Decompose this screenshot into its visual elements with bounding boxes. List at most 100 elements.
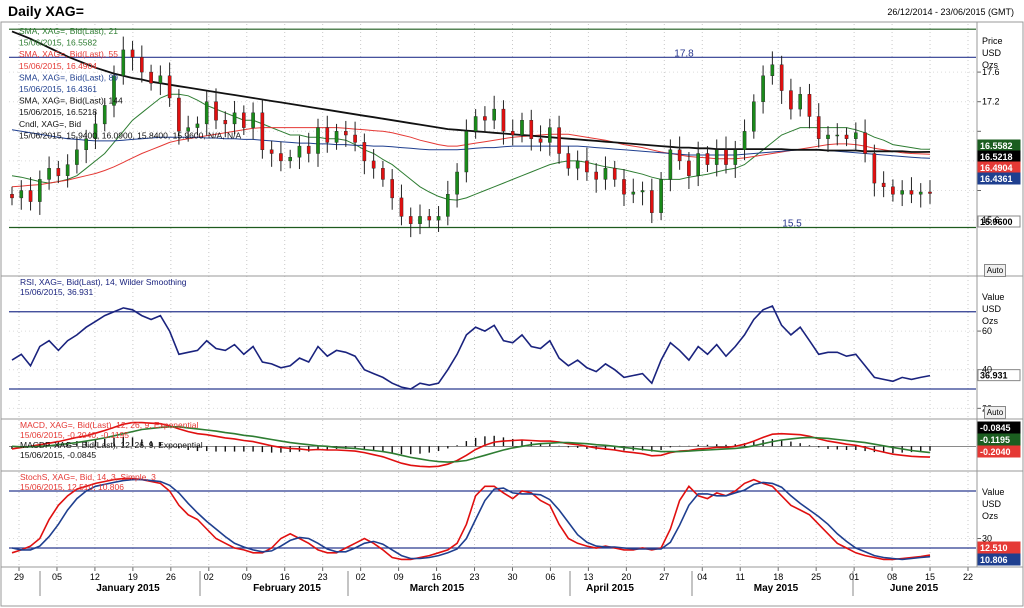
candle-body-44	[418, 216, 422, 224]
candle-body-81	[761, 75, 765, 102]
candle-body-74	[696, 153, 700, 176]
price-value-tag-text-1: 16.5218	[980, 152, 1013, 162]
price-hline-label-1: 17.8	[674, 48, 694, 59]
candle-body-26	[251, 112, 255, 128]
day-label-8: 23	[318, 572, 328, 582]
candle-body-63	[594, 171, 598, 180]
candle-body-90	[844, 134, 849, 139]
candle-body-72	[677, 149, 682, 162]
candle-body-22	[214, 101, 218, 121]
candle-body-21	[204, 101, 209, 125]
candle-body-55	[520, 119, 524, 136]
price-legend-4: SMA, XAG=, Bid(Last), 89	[19, 72, 118, 82]
month-label-2: March 2015	[410, 583, 465, 594]
price-value-tag-text-4: 15.9600	[980, 217, 1013, 227]
candle-body-40	[381, 168, 385, 180]
month-label-4: May 2015	[754, 583, 799, 594]
price-legend-0: SMA, XAG=, Bid(Last), 21	[19, 26, 118, 36]
day-label-16: 20	[621, 572, 631, 582]
candle-body-35	[334, 131, 339, 143]
candle-body-61	[575, 160, 580, 169]
stochastic-legend-1: 15/06/2015, 12.510, 10.806	[20, 482, 124, 492]
rsi-axis-unit-0: Value	[982, 292, 1004, 302]
candle-body-91	[854, 132, 858, 139]
candle-body-59	[557, 127, 561, 154]
day-label-24: 15	[925, 572, 935, 582]
price-legend-6: SMA, XAG=, Bid(Last), 144	[19, 96, 123, 106]
chart-marks	[9, 28, 1021, 566]
candle-body-28	[269, 149, 274, 154]
day-label-18: 04	[697, 572, 707, 582]
candle-body-94	[881, 182, 886, 188]
candle-body-87	[816, 116, 821, 139]
candle-body-58	[548, 127, 552, 143]
candle-body-99	[928, 191, 932, 194]
candle-body-30	[288, 156, 292, 162]
price-value-tag-text-2: 16.4904	[980, 163, 1013, 173]
candle-body-62	[585, 160, 589, 173]
candle-body-76	[714, 149, 719, 165]
candle-body-6	[65, 164, 70, 176]
rsi-axis-unit-2: Ozs	[982, 316, 999, 326]
candle-body-66	[622, 179, 626, 195]
candle-body-18	[177, 97, 181, 132]
candle-body-32	[306, 145, 311, 154]
candle-body-49	[464, 131, 469, 173]
candle-body-2	[28, 190, 33, 202]
price-legend-7: 15/06/2015, 16.5218	[19, 107, 97, 117]
month-label-1: February 2015	[253, 583, 321, 594]
candle-body-25	[242, 112, 246, 128]
day-label-21: 25	[811, 572, 821, 582]
panel-frames	[0, 21, 1024, 607]
candle-body-54	[510, 131, 515, 136]
candle-body-42	[399, 197, 404, 217]
candle-body-12	[121, 49, 126, 77]
price-legend-3: 15/06/2015, 16.4904	[19, 61, 97, 71]
candle-body-85	[798, 94, 802, 110]
date-range: 26/12/2014 - 23/06/2015 (GMT)	[887, 7, 1014, 17]
price-legend-8: Cndl, XAG=, Bid	[19, 119, 81, 129]
candle-body-24	[232, 112, 237, 125]
price-axis-unit-2: Ozs	[982, 60, 999, 70]
stochastic-axis-unit-0: Value	[982, 487, 1004, 497]
candle-body-23	[223, 119, 228, 125]
candle-body-65	[612, 168, 617, 180]
candle-body-57	[538, 138, 543, 143]
candle-body-48	[455, 171, 459, 195]
candle-body-37	[353, 134, 357, 143]
day-label-17: 27	[659, 572, 669, 582]
candle-body-64	[603, 168, 608, 180]
candle-body-68	[640, 190, 645, 193]
macd-legend-2: MACDF, XAG=, Bid(Last), 12, 26, 9, Expon…	[20, 440, 203, 450]
candle-body-45	[427, 216, 432, 221]
price-axis-unit-1: USD	[982, 48, 1002, 58]
candle-body-4	[47, 168, 51, 180]
candle-body-1	[19, 190, 24, 199]
candle-body-51	[483, 116, 487, 121]
candle-body-20	[195, 123, 200, 128]
macd-value-tag-text-1: -0.1195	[980, 435, 1010, 445]
candle-body-67	[631, 191, 636, 195]
candle-body-84	[789, 90, 793, 110]
chart-canvas: 29 05 12 19 26 02 09 16 23 02 09 16 23 30 06 13 20 27 04 11…	[0, 21, 1024, 607]
candle-body-43	[408, 216, 413, 224]
rsi-ytick-label-2: 60	[982, 326, 992, 336]
day-label-11: 16	[432, 572, 442, 582]
stochastic-legend-0: StochS, XAG=, Bid, 14, 3, Simple, 3	[20, 472, 156, 482]
candle-body-77	[724, 149, 728, 165]
stochastic-value-tag-text-0: 12.510	[980, 543, 1008, 553]
candle-body-5	[56, 168, 61, 176]
candle-body-33	[316, 127, 320, 154]
candle-body-13	[130, 49, 135, 58]
rsi-auto-button[interactable]: Auto	[984, 406, 1006, 419]
candle-body-75	[705, 153, 710, 165]
price-axis-unit-0: Price	[982, 36, 1003, 46]
month-label-3: April 2015	[586, 583, 634, 594]
day-label-12: 23	[470, 572, 480, 582]
price-auto-button[interactable]: Auto	[984, 264, 1006, 277]
chart-title: Daily XAG=	[8, 3, 84, 19]
candle-body-80	[752, 101, 756, 132]
price-hline-label-2: 15.5	[782, 219, 802, 230]
price-value-tag-text-3: 16.4361	[980, 174, 1013, 184]
macd-legend-1: 15/06/2015, -0.2040, -0.1195	[20, 430, 129, 440]
